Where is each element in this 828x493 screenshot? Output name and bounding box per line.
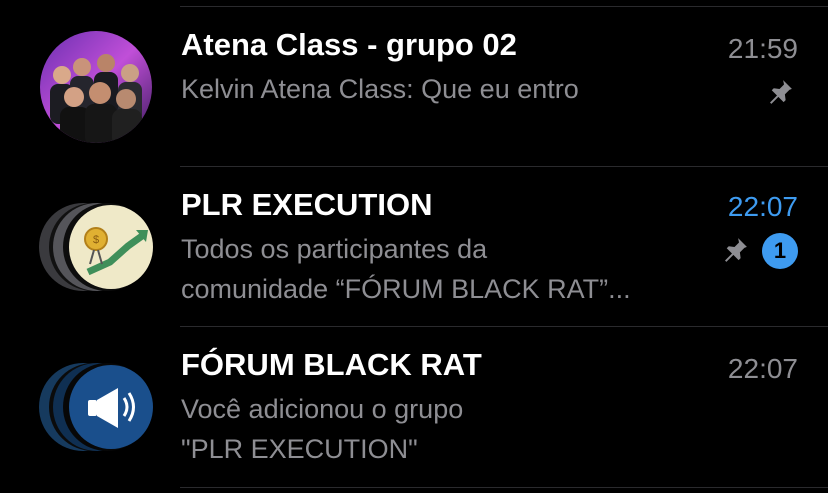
preview-line: Você adicionou o grupo (181, 394, 464, 424)
chat-title: PLR EXECUTION (181, 187, 433, 222)
preview-line: comunidade “FÓRUM BLACK RAT”... (181, 274, 631, 304)
row-separator (180, 487, 828, 488)
chat-title: FÓRUM BLACK RAT (181, 347, 482, 382)
pin-icon (725, 238, 747, 262)
message-sender: Kelvin Atena Class (181, 74, 407, 104)
message-text: Que eu entro (421, 74, 579, 104)
megaphone-community-avatar (39, 363, 153, 451)
preview-line: Todos os participantes da (181, 234, 488, 264)
coin-growth-avatar: $ (39, 203, 153, 291)
chat-preview: Todos os participantes da comunidade “FÓ… (181, 229, 701, 309)
chat-row-forum-black-rat[interactable]: FÓRUM BLACK RAT Você adicionou o grupo "… (0, 327, 828, 487)
unread-badge: 1 (762, 233, 798, 269)
svg-text:$: $ (93, 234, 99, 246)
chat-time: 21:59 (727, 33, 798, 64)
chat-preview: Você adicionou o grupo "PLR EXECUTION" (181, 389, 701, 469)
chat-preview: Kelvin Atena Class: Que eu entro (181, 74, 579, 104)
group-photo-avatar (40, 31, 152, 143)
chat-title: Atena Class - grupo 02 (181, 27, 517, 62)
chat-row-plr-execution[interactable]: $ PLR EXECUTION Todos os participantes d… (0, 167, 828, 326)
chat-time: 22:07 (727, 191, 798, 222)
chat-time: 22:07 (727, 353, 798, 384)
chat-row-atena-class[interactable]: Atena Class - grupo 02 Kelvin Atena Clas… (0, 7, 828, 166)
pin-icon (770, 80, 792, 104)
preview-line: "PLR EXECUTION" (181, 434, 418, 464)
